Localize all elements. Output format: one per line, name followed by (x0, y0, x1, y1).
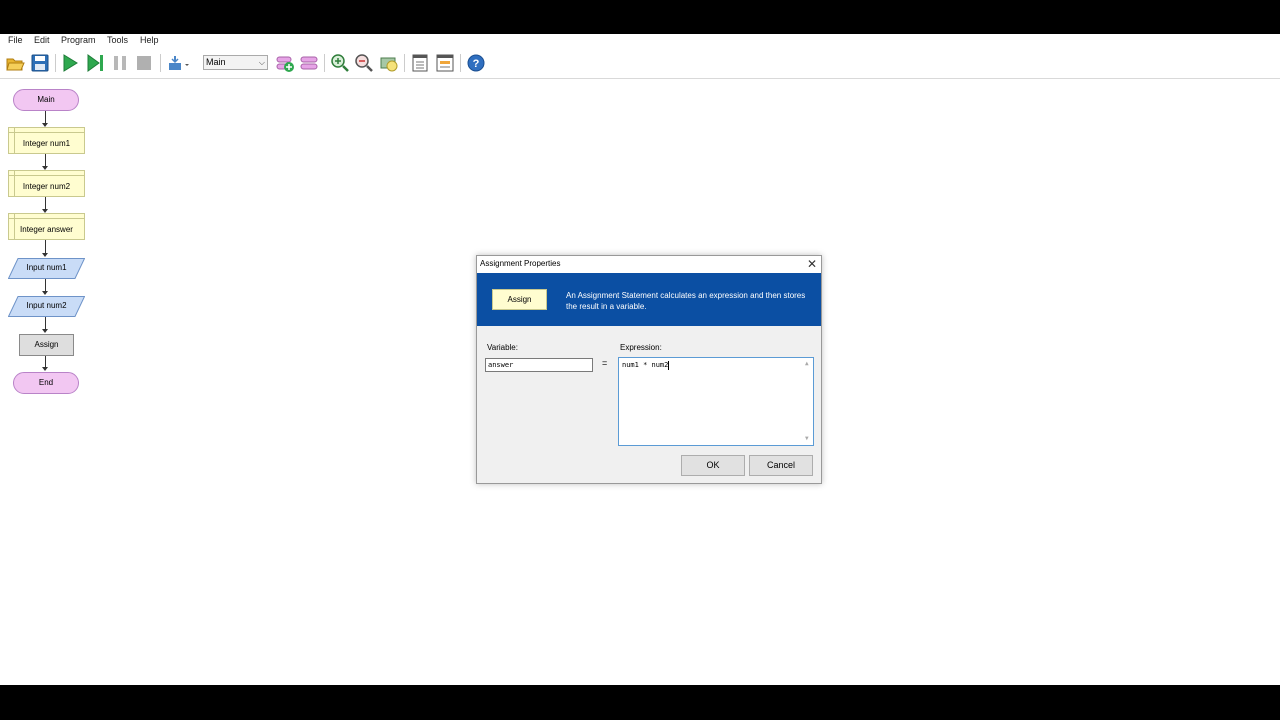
scroll-up-icon[interactable]: ▲ (805, 359, 809, 369)
zoom-out-icon[interactable] (354, 53, 374, 73)
variable-label: Variable: (487, 343, 518, 352)
svg-text:?: ? (473, 58, 480, 70)
dialog-titlebar[interactable]: Assignment Properties ✕ (477, 256, 821, 273)
declare-num1-label: Integer num1 (22, 139, 71, 148)
flowchart-connector (45, 279, 46, 291)
banner-description: An Assignment Statement calculates an ex… (566, 291, 806, 311)
variables-window-icon[interactable] (435, 53, 455, 73)
expression-scrollbar[interactable]: ▲ ▼ (803, 358, 813, 445)
toolbar-divider (0, 78, 1280, 79)
chevron-down-icon: ⌵ (258, 58, 265, 67)
cancel-button[interactable]: Cancel (749, 455, 813, 476)
toolbar-separator (324, 54, 325, 72)
expression-textarea[interactable]: num1 * num2 ▲ ▼ (618, 357, 814, 446)
toolbar-separator (160, 54, 161, 72)
declare-num2-label: Integer num2 (22, 182, 71, 191)
dialog-title: Assignment Properties (480, 259, 561, 268)
input-num2-label: Input num2 (26, 301, 67, 310)
flowchart-arrow (42, 367, 48, 371)
subchart-select[interactable]: Main ⌵ (203, 55, 268, 70)
menu-tools[interactable]: Tools (107, 35, 128, 45)
assignment-properties-dialog: Assignment Properties ✕ Assign An Assign… (476, 255, 822, 484)
open-folder-icon[interactable] (5, 53, 25, 73)
stop-icon[interactable] (134, 53, 154, 73)
console-window-icon[interactable] (410, 53, 430, 73)
flowchart-declare-num1[interactable]: Integer num1 (8, 127, 85, 154)
scroll-down-icon[interactable]: ▼ (805, 434, 809, 444)
subchart-select-value: Main (206, 57, 226, 67)
menu-edit[interactable]: Edit (34, 35, 50, 45)
text-caret (668, 360, 670, 370)
menu-bar: File Edit Program Tools Help (0, 34, 1280, 47)
input-num1-label: Input num1 (26, 263, 67, 272)
flowchart-end-terminal[interactable]: End (13, 372, 79, 394)
banner-assign-shape: Assign (492, 289, 547, 310)
layout-icon[interactable] (166, 53, 192, 73)
flowchart-connector (45, 111, 46, 123)
flowchart-connector (45, 317, 46, 329)
menu-help[interactable]: Help (140, 35, 159, 45)
expression-text: num1 * num2 (622, 361, 669, 369)
ok-button[interactable]: OK (681, 455, 745, 476)
flowchart-input-num1[interactable]: Input num1 (8, 258, 85, 279)
flowchart-arrow (42, 291, 48, 295)
menu-program[interactable]: Program (61, 35, 96, 45)
flowchart-assign[interactable]: Assign (19, 334, 74, 356)
equals-sign: = (602, 358, 608, 368)
flowchart-connector (45, 197, 46, 209)
pause-icon[interactable] (110, 53, 130, 73)
flowchart-connector (45, 356, 46, 367)
flowchart-start-terminal[interactable]: Main (13, 89, 79, 111)
toolbar-separator (460, 54, 461, 72)
menu-file[interactable]: File (8, 35, 23, 45)
declare-answer-label: Integer answer (20, 225, 73, 234)
flowchart-declare-answer[interactable]: Integer answer (8, 213, 85, 240)
save-icon[interactable] (30, 53, 50, 73)
toolbar-separator (55, 54, 56, 72)
variable-input[interactable]: answer (485, 358, 593, 372)
expression-label: Expression: (620, 343, 662, 352)
zoom-fit-icon[interactable] (379, 53, 399, 73)
step-icon[interactable] (85, 53, 105, 73)
help-icon[interactable]: ? (466, 53, 486, 73)
toolbar: Main ⌵ ? (0, 49, 1280, 77)
toolbar-separator (404, 54, 405, 72)
flowchart-connector (45, 154, 46, 166)
remove-function-icon[interactable] (299, 53, 319, 73)
dialog-banner: Assign An Assignment Statement calculate… (477, 273, 821, 326)
flowchart-arrow (42, 253, 48, 257)
close-icon[interactable]: ✕ (807, 257, 817, 271)
zoom-in-icon[interactable] (330, 53, 350, 73)
flowgorithm-window: File Edit Program Tools Help Main ⌵ ? Ma… (0, 34, 1280, 685)
flowchart-arrow (42, 329, 48, 333)
add-function-icon[interactable] (275, 53, 295, 73)
flowchart-declare-num2[interactable]: Integer num2 (8, 170, 85, 197)
flowchart-connector (45, 240, 46, 253)
flowchart-input-num2[interactable]: Input num2 (8, 296, 85, 317)
run-icon[interactable] (60, 53, 80, 73)
